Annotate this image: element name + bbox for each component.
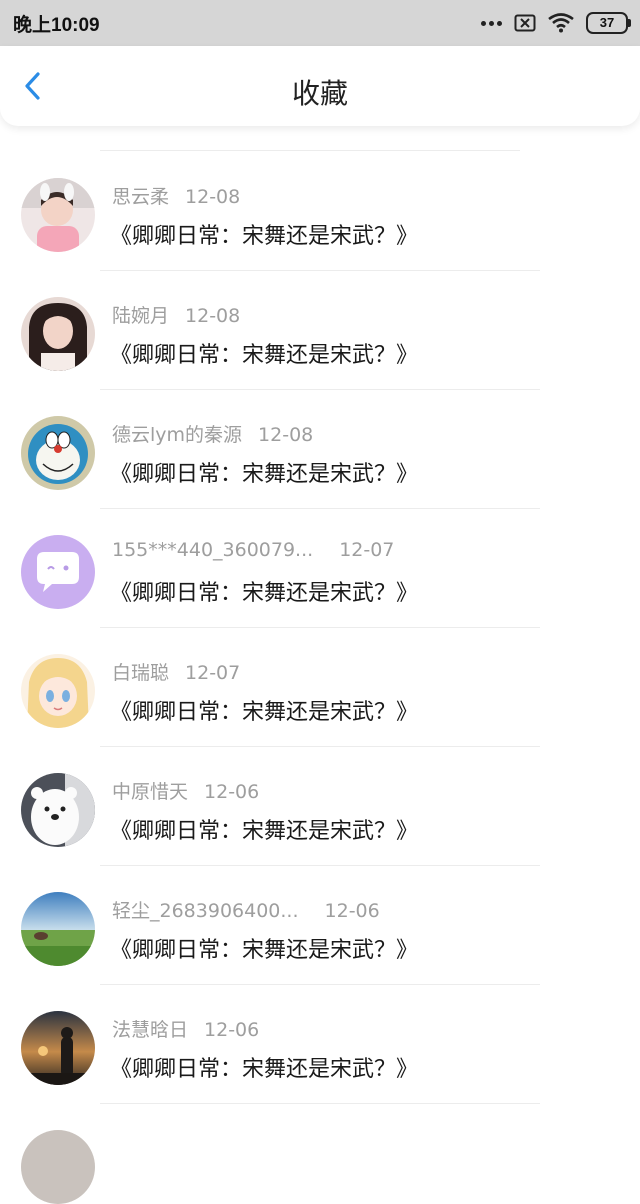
item-title: 《卿卿日常：宋舞还是宋武？》 [110,938,419,963]
list-item[interactable]: 思云柔 12-08 《卿卿日常：宋舞还是宋武？》 [0,152,640,271]
more-dots-icon [481,20,502,26]
polar-bear-avatar[interactable] [21,773,95,847]
item-date: 12-07 [339,539,395,561]
item-meta: 陆婉月 12-08 [112,301,240,328]
item-meta: 轻尘_2683906400... 12-06 [112,896,380,923]
user-name: 中原惜天 [112,781,189,803]
list-item[interactable]: 轻尘_2683906400... 12-06 《卿卿日常：宋舞还是宋武？》 [0,866,640,985]
user-name: 155***440_360079... [112,539,314,561]
sim-off-icon [514,14,536,32]
user-name: 陆婉月 [112,305,170,327]
item-meta: 思云柔 12-08 [112,182,240,209]
divider [100,150,520,151]
user-name: 德云lym的秦源 [112,424,243,446]
item-meta: 法慧晗日 12-06 [112,1015,259,1042]
battery-indicator: 37 [586,12,631,34]
item-title: 《卿卿日常：宋舞还是宋武？》 [110,1057,419,1082]
header: 收藏 [0,46,640,126]
item-meta: 白瑞聪 12-07 [112,658,240,685]
item-title: 《卿卿日常：宋舞还是宋武？》 [110,462,419,487]
user-name: 轻尘_2683906400... [112,900,299,922]
item-date: 12-08 [185,186,241,208]
anime-girl-avatar[interactable] [21,654,95,728]
user-name: 白瑞聪 [112,662,170,684]
user-name: 思云柔 [112,186,170,208]
item-title: 《卿卿日常：宋舞还是宋武？》 [110,343,419,368]
item-date: 12-08 [258,424,314,446]
child-photo-avatar[interactable] [21,178,95,252]
item-title: 《卿卿日常：宋舞还是宋武？》 [110,819,419,844]
woman-photo-avatar[interactable] [21,297,95,371]
list-item[interactable]: 法慧晗日 12-06 《卿卿日常：宋舞还是宋武？》 [0,985,640,1104]
item-meta: 德云lym的秦源 12-08 [112,420,313,447]
item-title: 《卿卿日常：宋舞还是宋武？》 [110,700,419,725]
page-title: 收藏 [291,77,348,110]
wifi-icon [548,13,574,33]
list-item[interactable]: 白瑞聪 12-07 《卿卿日常：宋舞还是宋武？》 [0,628,640,747]
item-meta: 中原惜天 12-06 [112,777,259,804]
item-date: 12-07 [185,662,241,684]
list-item[interactable]: 陆婉月 12-08 《卿卿日常：宋舞还是宋武？》 [0,271,640,390]
divider [100,1103,540,1104]
status-bar: 晚上10:09 37 [0,0,640,46]
item-date: 12-08 [185,305,241,327]
sunset-person-avatar[interactable] [21,1011,95,1085]
item-meta: 155***440_360079... 12-07 [112,539,394,561]
avatar[interactable] [21,1130,95,1204]
item-date: 12-06 [204,781,260,803]
item-title: 《卿卿日常：宋舞还是宋武？》 [110,224,419,249]
list-item[interactable]: 中原惜天 12-06 《卿卿日常：宋舞还是宋武？》 [0,747,640,866]
user-name: 法慧晗日 [112,1019,189,1041]
item-title: 《卿卿日常：宋舞还是宋武？》 [110,581,419,606]
list-item[interactable]: 德云lym的秦源 12-08 《卿卿日常：宋舞还是宋武？》 [0,390,640,509]
list-item[interactable]: 155***440_360079... 12-07 《卿卿日常：宋舞还是宋武？》 [0,509,640,628]
item-date: 12-06 [324,900,380,922]
status-icons: 37 [481,11,631,35]
status-time: 晚上10:09 [13,15,100,36]
chat-bubble-avatar[interactable] [21,535,95,609]
doraemon-avatar[interactable] [21,416,95,490]
landscape-avatar[interactable] [21,892,95,966]
item-date: 12-06 [204,1019,260,1041]
